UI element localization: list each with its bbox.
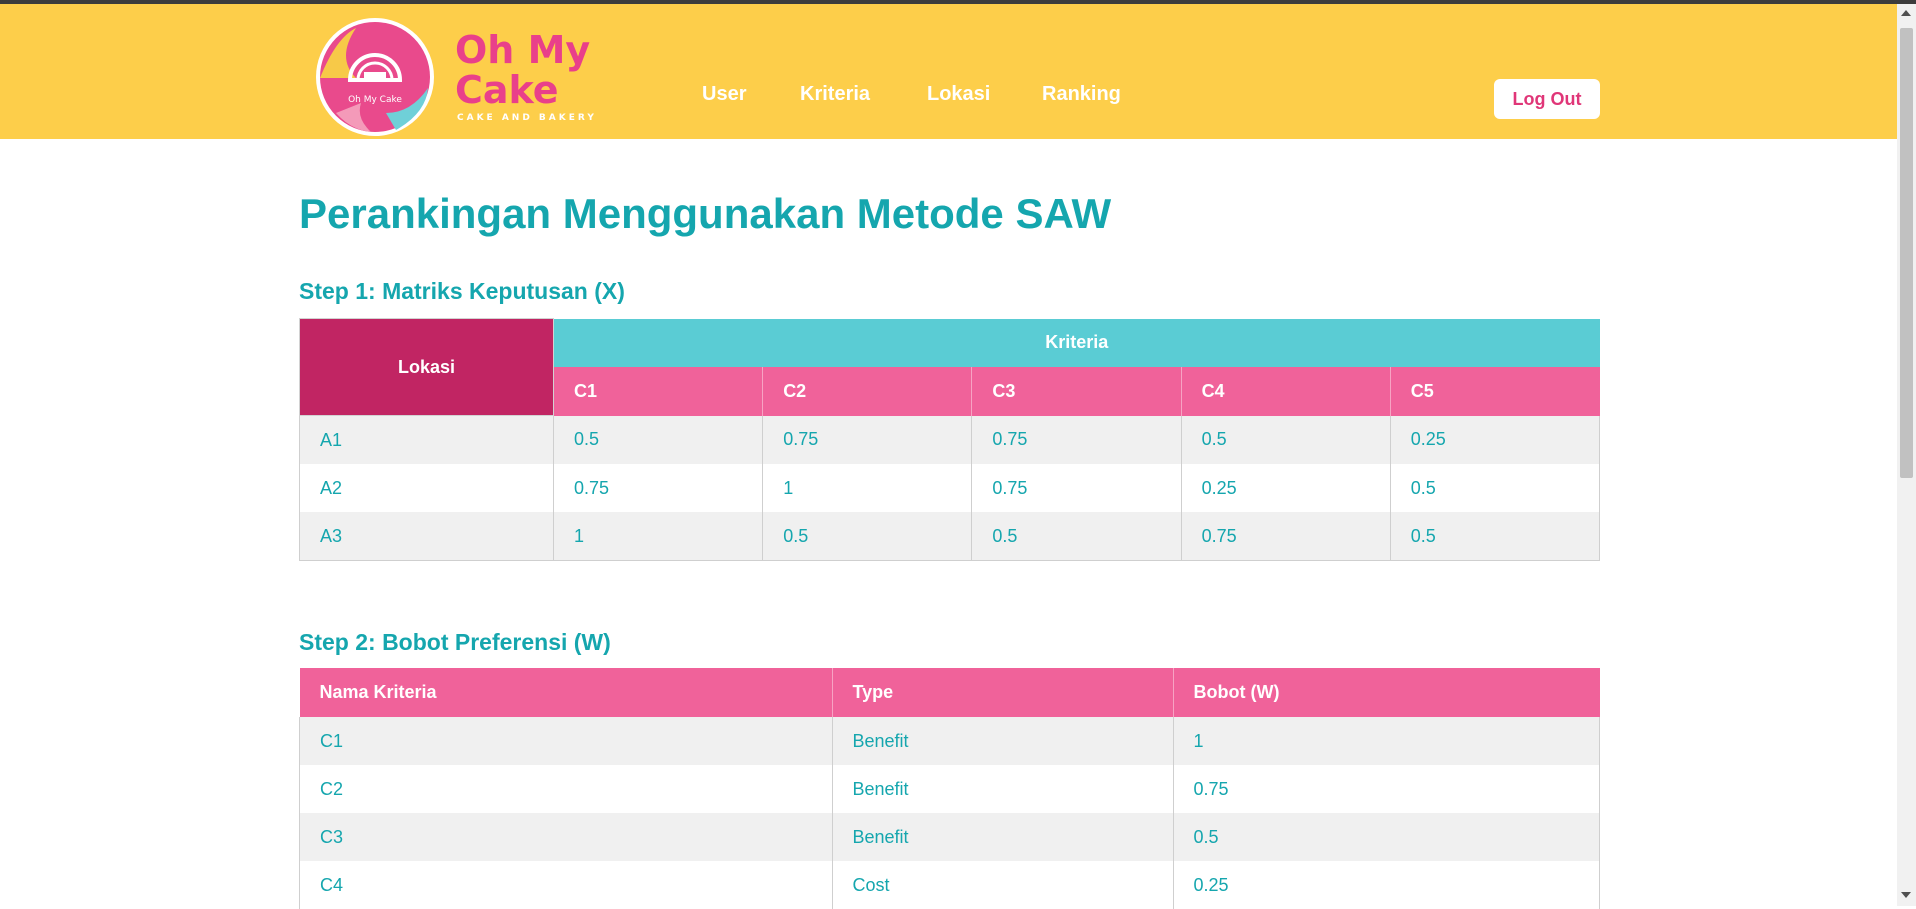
value-cell: 0.75: [971, 415, 1182, 464]
table-row: C1 Benefit 1: [299, 717, 1600, 765]
brand-line-1: Oh My: [455, 28, 591, 72]
value-cell: 0.5: [1389, 464, 1601, 512]
criteria-cell: C4: [299, 861, 833, 909]
weight-cell: 0.25: [1172, 861, 1600, 909]
table-row: A1 0.5 0.75 0.75 0.5 0.25: [299, 415, 1601, 464]
value-cell: 0.5: [971, 512, 1182, 561]
value-cell: 0.75: [762, 415, 973, 464]
value-cell: 1: [552, 512, 764, 561]
value-cell: 0.75: [552, 464, 764, 512]
lokasi-header: Lokasi: [299, 318, 554, 416]
type-cell: Benefit: [831, 813, 1174, 861]
nav-ranking[interactable]: Ranking: [1042, 83, 1121, 106]
type-cell: Benefit: [831, 765, 1174, 813]
table-row: A3 1 0.5 0.5 0.75 0.5: [299, 512, 1601, 561]
lokasi-cell: A3: [299, 512, 554, 561]
weight-cell: 1: [1172, 717, 1600, 765]
criteria-cell: C2: [299, 765, 833, 813]
scroll-up-arrow-icon[interactable]: [1901, 10, 1911, 16]
logout-button[interactable]: Log Out: [1494, 79, 1600, 119]
lokasi-cell: A2: [299, 464, 554, 512]
value-cell: 0.25: [1180, 464, 1391, 512]
nav-user[interactable]: User: [702, 83, 746, 106]
value-cell: 0.5: [1389, 512, 1601, 561]
scroll-thumb[interactable]: [1900, 28, 1913, 478]
weight-cell: 0.75: [1172, 765, 1600, 813]
nav-lokasi[interactable]: Lokasi: [927, 83, 990, 106]
preference-weight-table: Nama Kriteria Type Bobot (W) C1 Benefit …: [299, 668, 1600, 909]
column-header: C1: [553, 366, 763, 416]
lokasi-cell: A1: [299, 415, 554, 464]
brand-name[interactable]: Oh My Cake: [455, 30, 590, 110]
brand-tagline: CAKE AND BAKERY: [457, 113, 597, 123]
weight-cell: 0.5: [1172, 813, 1600, 861]
column-header: C4: [1180, 366, 1391, 416]
table-row: C3 Benefit 0.5: [299, 813, 1600, 861]
table-row: C4 Cost 0.25: [299, 861, 1600, 909]
nav-kriteria[interactable]: Kriteria: [800, 83, 870, 106]
table-row: A2 0.75 1 0.75 0.25 0.5: [299, 464, 1601, 512]
value-cell: 0.25: [1389, 415, 1601, 464]
logo-text: Oh My Cake: [348, 95, 402, 105]
value-cell: 0.5: [552, 415, 764, 464]
value-cell: 0.5: [1180, 415, 1391, 464]
brand-line-2: Cake: [455, 68, 559, 112]
criteria-cell: C1: [299, 717, 833, 765]
column-header: C3: [971, 366, 1182, 416]
step1-title: Step 1: Matriks Keputusan (X): [299, 278, 625, 304]
step2-title: Step 2: Bobot Preferensi (W): [299, 629, 611, 655]
column-header: Nama Kriteria: [299, 668, 832, 717]
scroll-down-arrow-icon[interactable]: [1901, 892, 1911, 898]
value-cell: 0.75: [1180, 512, 1391, 561]
value-cell: 0.5: [762, 512, 973, 561]
navbar: Oh My Cake Oh My Cake CAKE AND BAKERY Us…: [0, 4, 1897, 139]
criteria-cell: C3: [299, 813, 833, 861]
page-title: Perankingan Menggunakan Metode SAW: [299, 190, 1112, 237]
column-header: C2: [762, 366, 972, 416]
logo-graphic: Oh My Cake: [320, 22, 430, 132]
value-cell: 1: [762, 464, 973, 512]
table-row: C2 Benefit 0.75: [299, 765, 1600, 813]
value-cell: 0.75: [971, 464, 1182, 512]
page-scrollbar[interactable]: [1897, 4, 1916, 906]
type-cell: Benefit: [831, 717, 1174, 765]
decision-matrix-table: Lokasi Kriteria C1 C2 C3 C4 C5 A1 0.5 0.…: [299, 318, 1601, 561]
logo[interactable]: Oh My Cake: [316, 18, 434, 136]
kriteria-header: Kriteria: [553, 318, 1600, 367]
column-header: Type: [831, 668, 1173, 717]
column-header: Bobot (W): [1172, 668, 1600, 717]
type-cell: Cost: [831, 861, 1174, 909]
column-header: C5: [1389, 366, 1600, 416]
